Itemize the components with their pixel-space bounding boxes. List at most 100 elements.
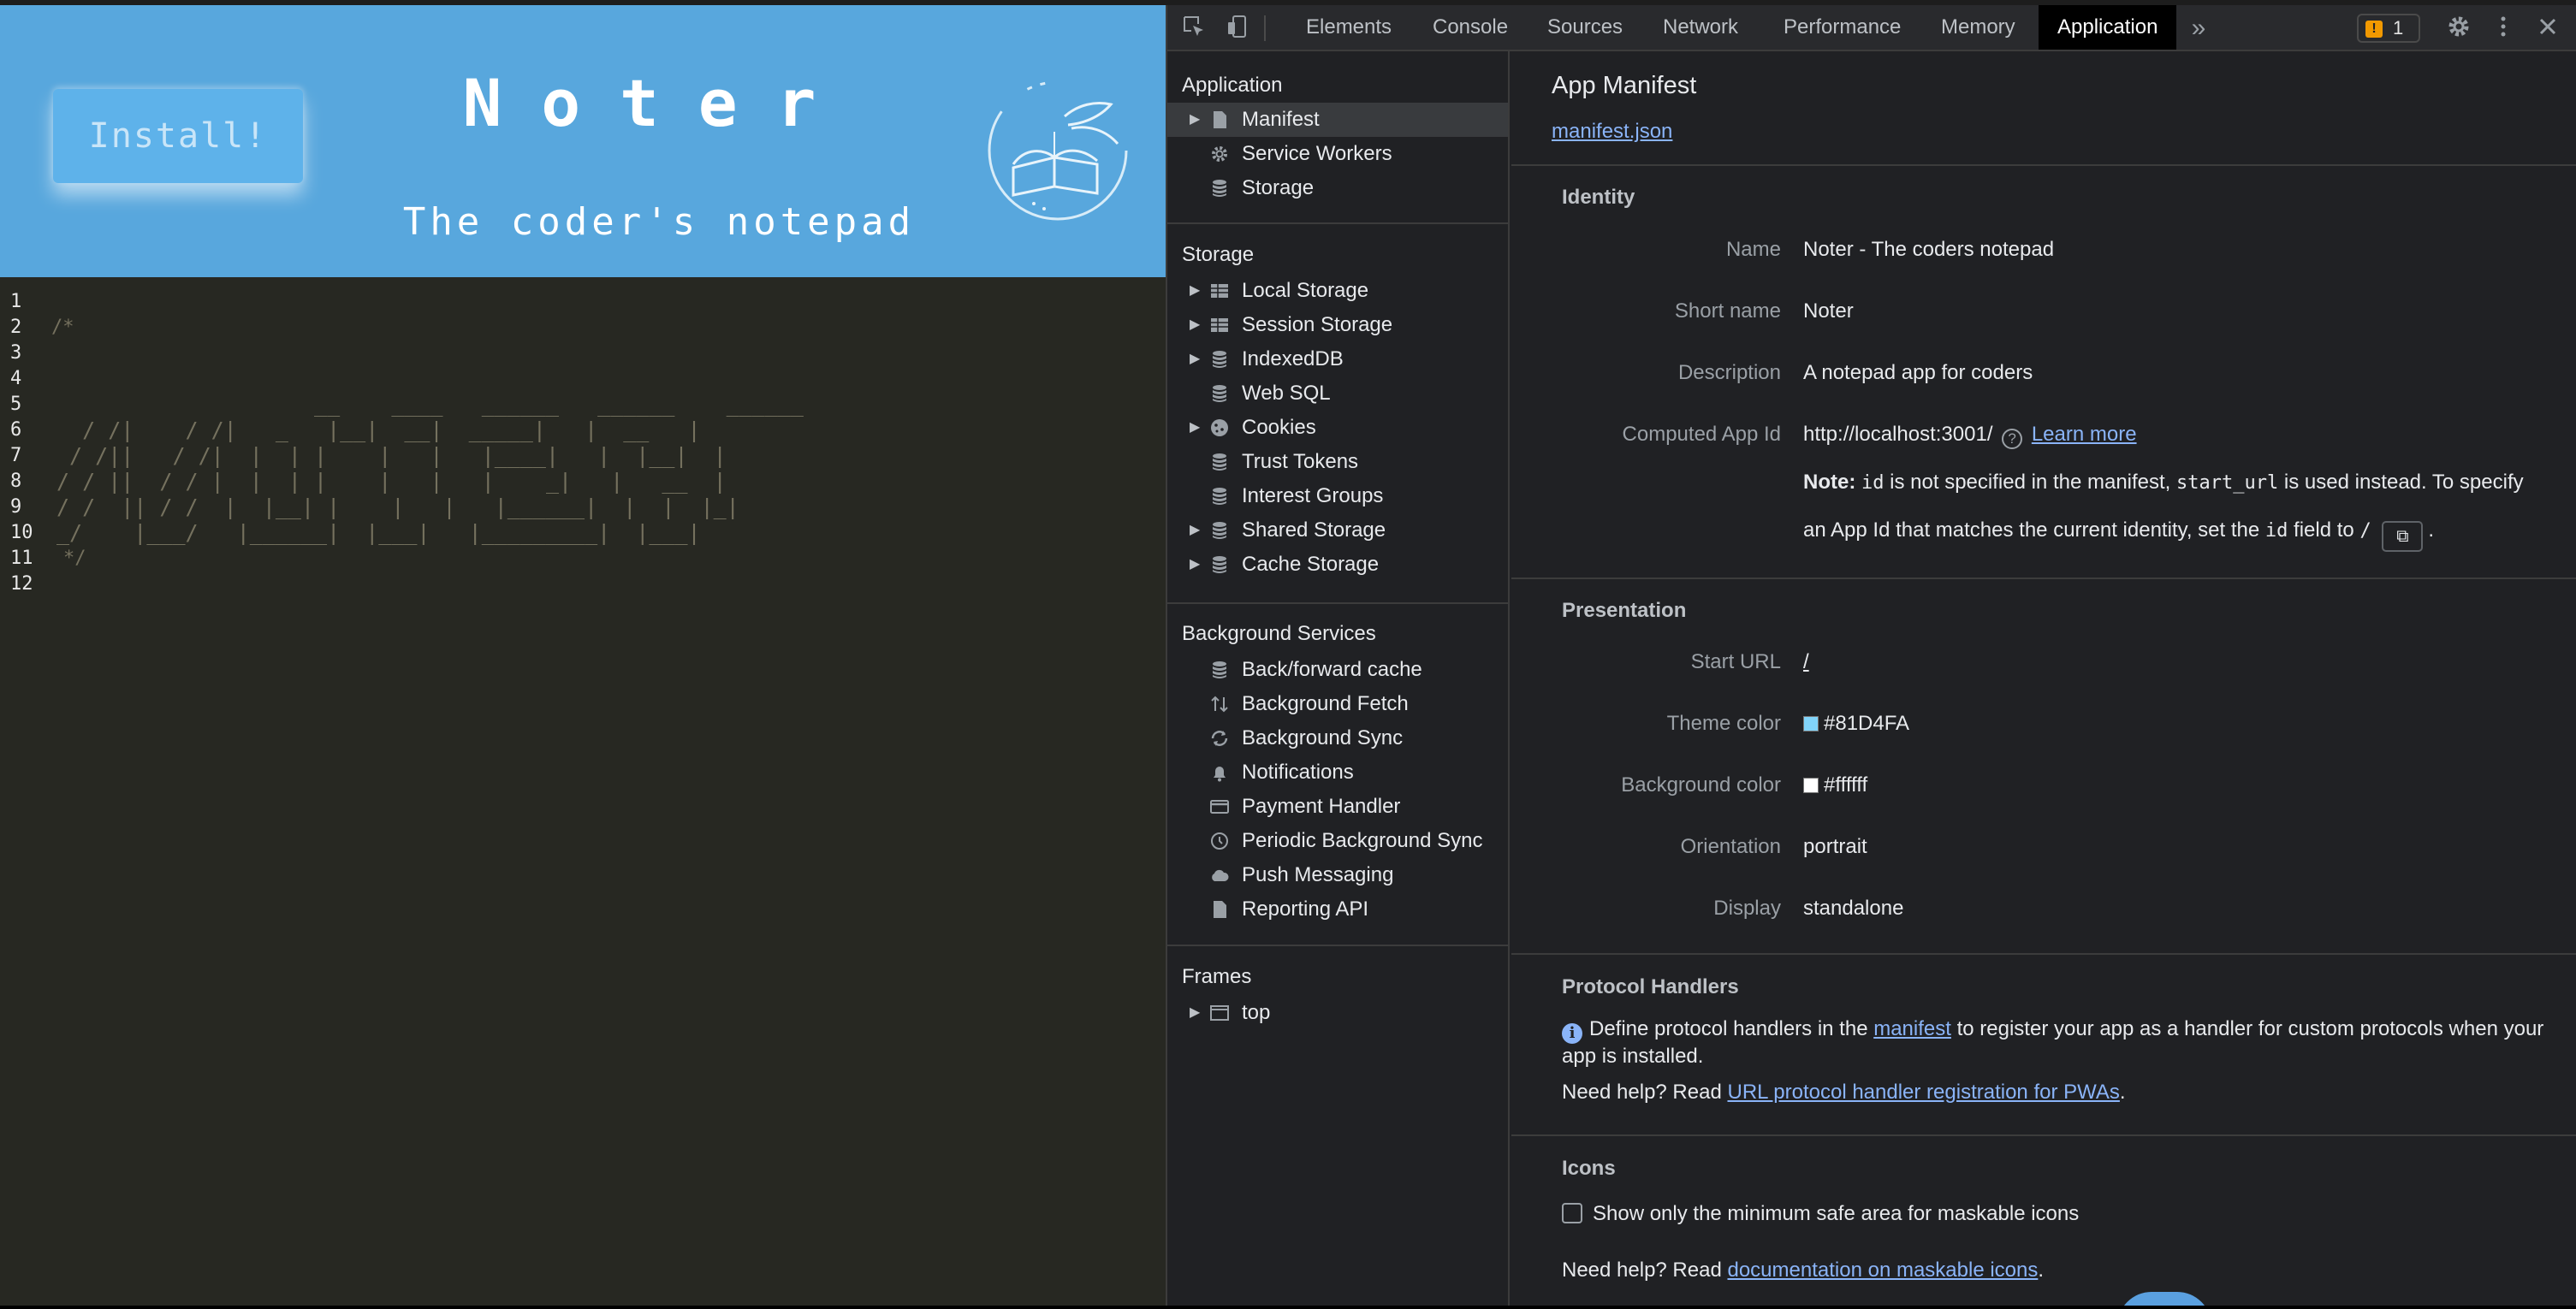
copy-icon[interactable]: ⧉ [2382,521,2424,552]
device-toolbar-icon[interactable] [1224,14,1253,43]
expand-arrow-icon[interactable]: ▶ [1190,308,1200,342]
tab-memory[interactable]: Memory [1922,5,2034,50]
expand-arrow-icon[interactable]: ▶ [1190,548,1200,582]
help-prefix: Need help? Read [1562,1259,1722,1282]
line-number: 9 [10,496,22,518]
sidebar-item-trust-tokens[interactable]: Trust Tokens [1167,445,1508,479]
sidebar-item-push-messaging[interactable]: Push Messaging [1167,858,1508,892]
computed-app-id-label: Computed App Id [1622,423,1781,446]
tab-network[interactable]: Network [1644,5,1757,50]
app-header: Install! Noter The coder's notepad [0,5,1166,277]
presentation-heading: Presentation [1562,599,1687,622]
help-icon[interactable]: ? [2002,429,2023,449]
sidebar-item-shared-storage[interactable]: ▶ Shared Storage [1167,513,1508,548]
toolbar-divider [1264,15,1266,41]
name-value: Noter - The coders notepad [1803,238,2055,261]
issues-badge[interactable]: ! 1 [2357,14,2420,43]
sidebar-item-indexeddb[interactable]: ▶ IndexedDB [1167,342,1508,376]
line-number: 7 [10,445,22,466]
issues-count: 1 [2393,17,2404,38]
info-icon: i [1562,1023,1582,1044]
sidebar-item-label: Notifications [1242,761,1354,784]
sidebar-item-local-storage[interactable]: ▶ Local Storage [1167,274,1508,308]
bell-icon [1214,767,1226,782]
manifest-link[interactable]: manifest [1873,1017,1951,1040]
description-label: Description [1677,361,1781,384]
book-logo-icon [988,80,1128,221]
expand-arrow-icon[interactable]: ▶ [1190,513,1200,548]
tab-sources[interactable]: Sources [1528,5,1641,50]
sidebar-item-frame-top[interactable]: ▶ top [1167,996,1508,1030]
sidebar-item-cache-storage[interactable]: ▶ Cache Storage [1167,548,1508,582]
database-icon [1213,180,1226,197]
tab-elements[interactable]: Elements [1287,5,1410,50]
sidebar-item-session-storage[interactable]: ▶ Session Storage [1167,308,1508,342]
sidebar-item-storage[interactable]: Storage [1167,171,1508,205]
close-icon[interactable] [2533,14,2562,43]
comment-open: /* [51,317,74,338]
computed-app-id-row: http://localhost:3001/ ? Learn more [1803,423,2137,449]
expand-arrow-icon[interactable]: ▶ [1190,274,1200,308]
identity-heading: Identity [1562,186,1635,209]
more-options-icon[interactable] [2489,14,2518,43]
maskable-icons-docs-link[interactable]: documentation on maskable icons [1727,1259,2038,1282]
manifest-json-link[interactable]: manifest.json [1552,120,1672,144]
devtools-toolbar: Elements Console Sources Network Perform… [1167,5,2576,51]
line-number: 5 [10,394,22,415]
comment-close: */ [63,548,86,569]
expand-arrow-icon[interactable]: ▶ [1190,411,1200,445]
sidebar-item-web-sql[interactable]: Web SQL [1167,376,1508,411]
manifest-icon-preview [2117,1292,2211,1306]
orientation-value: portrait [1803,835,1867,858]
background-color-value: #ffffff [1824,773,1868,797]
background-color-row: #ffffff [1803,773,1867,797]
expand-arrow-icon[interactable]: ▶ [1190,996,1200,1030]
tab-console[interactable]: Console [1414,5,1527,50]
icons-heading: Icons [1562,1157,1616,1180]
sidebar-item-service-workers[interactable]: Service Workers [1167,137,1508,171]
url-protocol-handler-link[interactable]: URL protocol handler registration for PW… [1727,1081,2119,1104]
line-number: 2 [10,317,22,338]
line-number: 11 [10,548,33,569]
sidebar-item-manifest[interactable]: ▶ Manifest [1167,103,1508,137]
code-editor[interactable]: 1 2 3 4 5 6 7 8 9 10 11 12 /* __ ____ __… [0,277,1166,1306]
theme-color-label: Theme color [1666,712,1781,735]
cookie-icon [1211,419,1228,436]
start-url-link[interactable]: / [1803,650,1809,674]
note-code: start_url [2176,472,2279,494]
database-icon [1213,453,1226,471]
settings-gear-icon[interactable] [2444,14,2473,43]
sidebar-item-interest-groups[interactable]: Interest Groups [1167,479,1508,513]
sidebar-item-periodic-background-sync[interactable]: Periodic Background Sync [1167,824,1508,858]
expand-arrow-icon[interactable]: ▶ [1190,342,1200,376]
maskable-checkbox-row[interactable]: Show only the minimum safe area for mask… [1562,1201,2555,1227]
inspect-element-icon[interactable] [1179,14,1208,43]
maskable-checkbox[interactable] [1562,1203,1582,1223]
sidebar-item-reporting-api[interactable]: Reporting API [1167,892,1508,927]
sidebar-item-back-forward-cache[interactable]: Back/forward cache [1167,653,1508,687]
note-code: id [2264,520,2288,542]
color-swatch [1803,716,1819,732]
sidebar-item-payment-handler[interactable]: Payment Handler [1167,790,1508,824]
sidebar-item-label: Periodic Background Sync [1242,829,1483,852]
sync-icon [1211,731,1228,746]
learn-more-link[interactable]: Learn more [2032,423,2137,446]
sidebar-item-notifications[interactable]: Notifications [1167,755,1508,790]
expand-arrow-icon[interactable]: ▶ [1190,103,1200,137]
short-name-value: Noter [1803,299,1854,323]
sidebar-item-label: top [1242,1001,1271,1024]
database-icon [1213,661,1226,678]
sidebar-item-background-sync[interactable]: Background Sync [1167,721,1508,755]
tab-performance[interactable]: Performance [1765,5,1920,50]
sidebar-item-background-fetch[interactable]: Background Fetch [1167,687,1508,721]
tab-application[interactable]: Application [2039,5,2177,50]
sidebar-item-label: Payment Handler [1242,795,1401,818]
more-tabs-icon[interactable]: » [2184,14,2213,43]
file-icon [1214,901,1226,918]
sidebar-item-label: Reporting API [1242,897,1369,921]
theme-color-row: #81D4FA [1803,712,1909,736]
sidebar-item-cookies[interactable]: ▶ Cookies [1167,411,1508,445]
theme-color-value: #81D4FA [1824,712,1910,735]
sidebar-header-frames: Frames [1182,965,1252,988]
color-swatch [1803,778,1819,793]
